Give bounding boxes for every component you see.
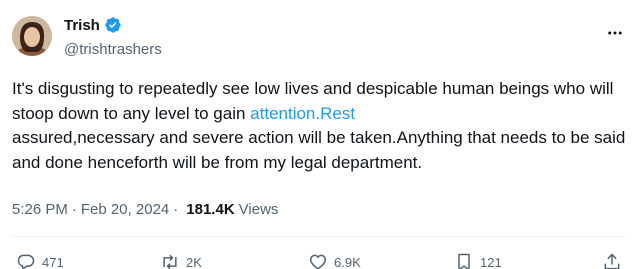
views-count: 181.4K: [186, 201, 235, 218]
like-button[interactable]: 6.9K: [308, 252, 361, 269]
reply-icon: [17, 254, 35, 269]
handle[interactable]: @trishtrashers: [64, 41, 162, 58]
divider: [12, 236, 626, 237]
bookmark-icon: [458, 253, 470, 269]
reply-button[interactable]: 471: [16, 252, 64, 269]
repost-icon: [163, 254, 177, 269]
display-name[interactable]: Trish: [64, 17, 100, 34]
tweet-date[interactable]: Feb 20, 2024: [81, 201, 169, 218]
name-row: Trish: [64, 16, 122, 34]
more-options-icon[interactable]: [604, 22, 626, 44]
tweet-time[interactable]: 5:26 PM: [12, 201, 68, 218]
meta-separator: ·: [71, 201, 77, 218]
tweet-header: Trish @trishtrashers: [12, 12, 626, 64]
like-count: 6.9K: [334, 254, 361, 269]
avatar[interactable]: [12, 16, 52, 56]
tweet-text: It's disgusting to repeatedly see low li…: [12, 77, 626, 175]
repost-count: 2K: [186, 254, 202, 269]
bookmark-count: 121: [480, 254, 502, 269]
share-button[interactable]: [602, 252, 622, 269]
bookmark-button[interactable]: 121: [454, 252, 502, 269]
reply-count: 471: [42, 254, 64, 269]
share-icon: [604, 253, 620, 269]
tweet-link[interactable]: attention.Rest: [250, 104, 355, 123]
repost-button[interactable]: 2K: [160, 252, 202, 269]
verified-badge-icon: [105, 17, 121, 33]
meta-separator: ·: [173, 201, 179, 218]
tweet-text-part: assured,necessary and severe action will…: [12, 128, 626, 172]
action-bar: 471 2K 6.9K 121: [12, 252, 626, 269]
heart-icon: [309, 254, 327, 269]
views-label: Views: [238, 201, 279, 218]
tweet-meta: 5:26 PM · Feb 20, 2024 · 181.4K Views: [12, 201, 278, 218]
